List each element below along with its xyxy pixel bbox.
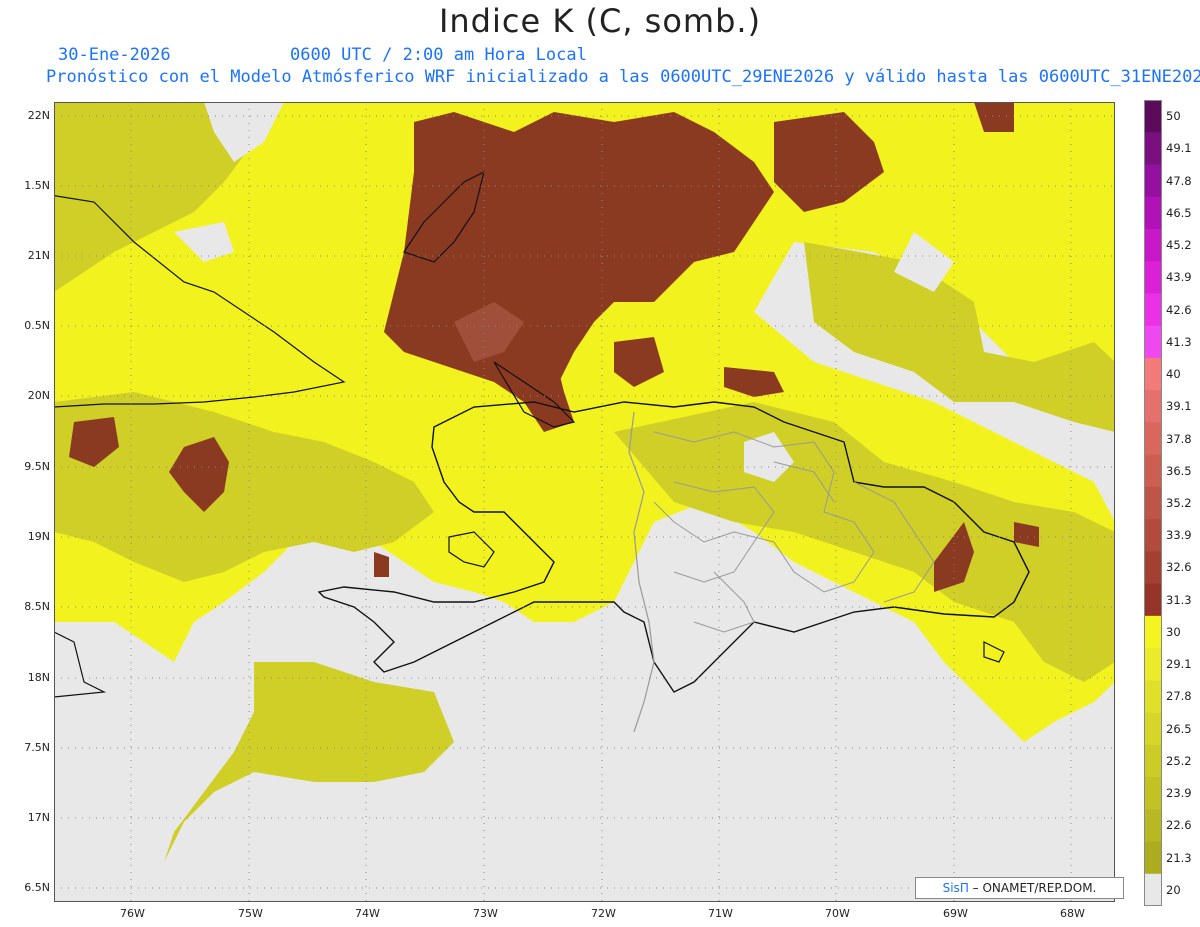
forecast-description: Pronóstico con el Modelo Atmósferico WRF… [46,67,1200,87]
colorbar-swatch [1144,744,1162,778]
colorbar-swatch [1144,454,1162,488]
latitude-label: 8.5N [24,600,50,613]
credit-box: SisΠ – ONAMET/REP.DOM. [915,877,1124,899]
credit-brand: SisΠ [942,881,969,895]
colorbar-swatch [1144,132,1162,165]
colorbar-label: 40 [1166,367,1181,382]
colorbar-swatch [1144,293,1162,327]
colorbar-swatch [1144,680,1162,714]
latitude-label: 21N [27,249,50,262]
longitude-label: 71W [708,907,733,920]
colorbar-label: 36.5 [1166,463,1192,478]
colorbar-swatch [1144,551,1162,585]
colorbar-label: 29.1 [1166,657,1192,672]
colorbar-swatch [1144,390,1162,423]
credit-text: – ONAMET/REP.DOM. [968,881,1097,895]
longitude-label: 70W [825,907,850,920]
colorbar-label: 32.6 [1166,560,1192,575]
latitude-label: 20N [27,389,50,402]
colorbar-swatch [1144,712,1162,746]
latitude-label: 0.5N [24,319,50,332]
longitude-label: 68W [1060,907,1085,920]
colorbar-label: 21.3 [1166,850,1192,865]
colorbar-swatch [1144,841,1162,875]
colorbar-label: 41.3 [1166,334,1192,349]
colorbar-label: 46.5 [1166,205,1192,220]
colorbar-label: 27.8 [1166,689,1192,704]
colorbar-swatch [1144,422,1162,456]
colorbar-label: 23.9 [1166,786,1192,801]
colorbar-label: 37.8 [1166,431,1192,446]
colorbar-swatch [1144,777,1162,810]
longitude-label: 75W [238,907,263,920]
latitude-label: 18N [27,671,50,684]
colorbar-swatch [1144,873,1162,906]
colorbar-swatch [1144,486,1162,520]
latitude-label: 1.5N [24,179,50,192]
colorbar-swatch [1144,325,1162,359]
colorbar-swatch [1144,196,1162,230]
latitude-label: 19N [27,530,50,543]
colorbar-label: 25.2 [1166,753,1192,768]
colorbar-swatch [1144,100,1162,133]
longitude-label: 74W [355,907,380,920]
colorbar-label: 33.9 [1166,528,1192,543]
latitude-label: 7.5N [24,741,50,754]
colorbar-swatch [1144,583,1162,617]
colorbar-label: 49.1 [1166,141,1192,156]
colorbar-label: 30 [1166,624,1181,639]
longitude-label: 72W [591,907,616,920]
latitude-label: 17N [27,811,50,824]
latitude-label: 9.5N [24,460,50,473]
k-index-map [54,102,1115,902]
forecast-time: 0600 UTC / 2:00 am Hora Local [290,45,587,65]
colorbar-label: 22.6 [1166,818,1192,833]
colorbar-label: 35.2 [1166,496,1192,510]
colorbar-swatch [1144,615,1162,649]
colorbar-label: 50 [1166,109,1181,124]
longitude-label: 73W [473,907,498,920]
colorbar-swatch [1144,648,1162,681]
colorbar-label: 47.8 [1166,173,1192,188]
colorbar-label: 31.3 [1166,592,1192,607]
k-index-colorbar [1144,100,1162,906]
colorbar-swatch [1144,261,1162,294]
colorbar-label: 45.2 [1166,238,1192,253]
colorbar-swatch [1144,809,1162,843]
latitude-label: 22N [27,109,50,122]
colorbar-swatch [1144,228,1162,262]
longitude-label: 76W [120,907,145,920]
colorbar-label: 39.1 [1166,399,1192,414]
colorbar-label: 42.6 [1166,302,1192,317]
colorbar-label: 20 [1166,882,1181,897]
map-title: Indice K (C, somb.) [438,2,762,40]
forecast-date: 30-Ene-2026 [58,45,171,65]
colorbar-swatch [1144,519,1162,552]
latitude-label: 6.5N [24,881,50,894]
colorbar-label: 26.5 [1166,721,1192,736]
colorbar-label: 43.9 [1166,270,1192,285]
colorbar-swatch [1144,357,1162,391]
longitude-label: 69W [943,907,968,920]
colorbar-swatch [1144,164,1162,198]
